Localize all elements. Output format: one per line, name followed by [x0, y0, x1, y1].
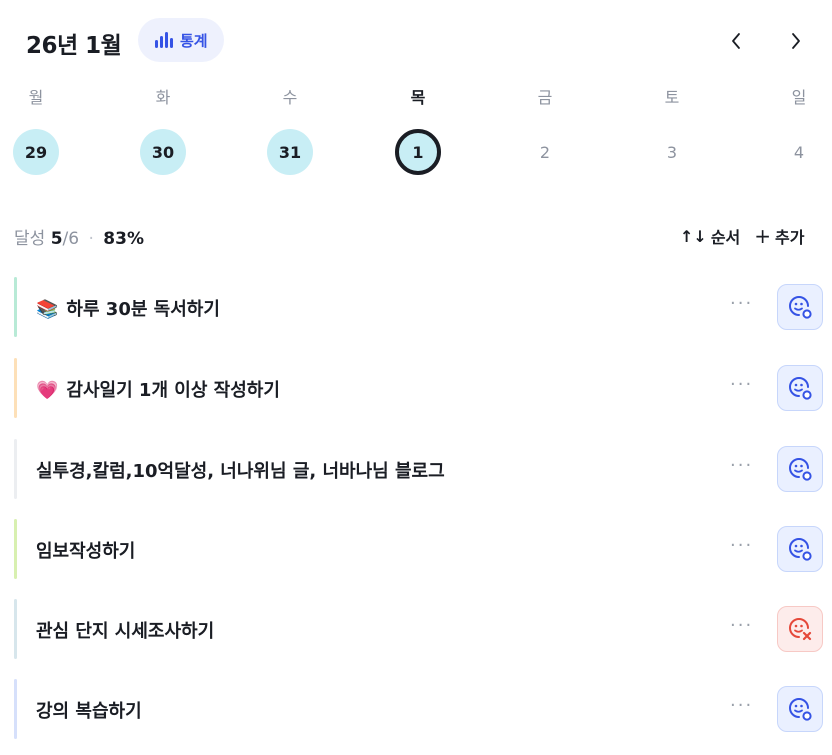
- task-color-bar: [14, 439, 17, 499]
- day-number[interactable]: 3: [649, 129, 695, 175]
- day-mon: 월 29: [6, 85, 66, 175]
- task-row[interactable]: 💗 감사일기 1개 이상 작성하기 ···: [14, 358, 824, 418]
- day-name: 수: [282, 88, 298, 107]
- sort-icon: ↑↓: [680, 226, 707, 246]
- day-thu: 목 1: [388, 85, 448, 175]
- day-wed: 수 31: [260, 85, 320, 175]
- task-text: 강의 복습하기: [36, 697, 142, 723]
- day-fri: 금 2: [515, 85, 575, 175]
- task-label: 강의 복습하기: [36, 701, 142, 722]
- summary-percent: 83%: [103, 229, 144, 249]
- summary-total: /6: [62, 229, 80, 249]
- chevron-left-icon: [732, 33, 740, 49]
- task-label: 하루 30분 독서하기: [66, 299, 220, 320]
- day-name: 월: [28, 88, 44, 107]
- week-strip: 월 29 화 30 수 31 목 1 금 2 토 3 일 4: [0, 85, 832, 180]
- chevron-right-icon: [792, 33, 800, 49]
- smiley-check-icon: [789, 458, 812, 481]
- task-row[interactable]: 임보작성하기 ···: [14, 519, 824, 579]
- more-options-button[interactable]: ···: [730, 293, 753, 314]
- list-actions: ↑↓ 순서 + 추가: [680, 224, 804, 248]
- status-missed-button[interactable]: [777, 606, 823, 652]
- task-label: 관심 단지 시세조사하기: [36, 621, 215, 642]
- task-label: 실투경,칼럼,10억달성, 너나위님 글, 너바나님 블로그: [36, 461, 445, 482]
- day-sat: 토 3: [642, 85, 702, 175]
- task-row[interactable]: 📚 하루 30분 독서하기 ···: [14, 277, 824, 337]
- task-text: 임보작성하기: [36, 537, 135, 563]
- smiley-check-icon: [789, 296, 812, 319]
- task-color-bar: [14, 679, 17, 739]
- bar-chart-icon: [155, 32, 173, 48]
- more-options-button[interactable]: ···: [730, 695, 753, 716]
- task-color-bar: [14, 599, 17, 659]
- smiley-check-icon: [789, 538, 812, 561]
- summary-separator: ·: [88, 229, 94, 249]
- sort-button[interactable]: ↑↓ 순서: [680, 224, 740, 248]
- more-options-button[interactable]: ···: [730, 615, 753, 636]
- day-name: 목: [410, 88, 426, 107]
- task-text: 관심 단지 시세조사하기: [36, 617, 214, 643]
- day-number-today[interactable]: 1: [395, 129, 441, 175]
- summary-done: 5: [50, 229, 63, 249]
- stats-label: 통계: [180, 31, 208, 50]
- day-number[interactable]: 31: [267, 129, 313, 175]
- next-week-button[interactable]: [781, 26, 811, 56]
- day-sun: 일 4: [769, 85, 829, 175]
- day-number[interactable]: 4: [776, 129, 822, 175]
- day-tue: 화 30: [133, 85, 193, 175]
- day-number[interactable]: 30: [140, 129, 186, 175]
- task-color-bar: [14, 358, 17, 418]
- header: 26년 1월 통계: [14, 18, 824, 62]
- task-color-bar: [14, 519, 17, 579]
- task-row[interactable]: 강의 복습하기 ···: [14, 679, 824, 739]
- more-options-button[interactable]: ···: [730, 374, 753, 395]
- day-name: 토: [664, 88, 680, 107]
- day-number[interactable]: 29: [13, 129, 59, 175]
- status-done-button[interactable]: [777, 526, 823, 572]
- task-label: 감사일기 1개 이상 작성하기: [66, 380, 280, 401]
- sort-label: 순서: [710, 228, 741, 247]
- task-color-bar: [14, 277, 17, 337]
- add-button[interactable]: + 추가: [754, 224, 804, 248]
- task-text: 💗 감사일기 1개 이상 작성하기: [36, 376, 280, 402]
- status-done-button[interactable]: [777, 365, 823, 411]
- task-label: 임보작성하기: [36, 541, 136, 562]
- task-text: 📚 하루 30분 독서하기: [36, 295, 220, 321]
- day-name: 화: [155, 88, 171, 107]
- smiley-check-icon: [789, 377, 812, 400]
- more-options-button[interactable]: ···: [730, 535, 753, 556]
- task-emoji: 📚: [36, 299, 59, 320]
- smiley-x-icon: [789, 618, 812, 641]
- day-name: 금: [537, 88, 553, 107]
- month-title: 26년 1월: [26, 33, 122, 59]
- summary-label: 달성: [14, 229, 46, 249]
- day-name: 일: [791, 88, 807, 107]
- task-text: 실투경,칼럼,10억달성, 너나위님 글, 너바나님 블로그: [36, 457, 445, 483]
- task-emoji: 💗: [36, 380, 59, 401]
- task-row[interactable]: 실투경,칼럼,10억달성, 너나위님 글, 너바나님 블로그 ···: [14, 439, 824, 499]
- status-done-button[interactable]: [777, 284, 823, 330]
- add-label: 추가: [775, 228, 805, 247]
- plus-icon: +: [754, 224, 772, 248]
- status-done-button[interactable]: [777, 686, 823, 732]
- status-done-button[interactable]: [777, 446, 823, 492]
- more-options-button[interactable]: ···: [730, 455, 753, 476]
- task-row[interactable]: 관심 단지 시세조사하기 ···: [14, 599, 824, 659]
- prev-week-button[interactable]: [721, 26, 751, 56]
- stats-button[interactable]: 통계: [138, 18, 224, 62]
- smiley-check-icon: [789, 698, 812, 721]
- day-number[interactable]: 2: [522, 129, 568, 175]
- achievement-summary: 달성 5/6 · 83%: [14, 224, 144, 249]
